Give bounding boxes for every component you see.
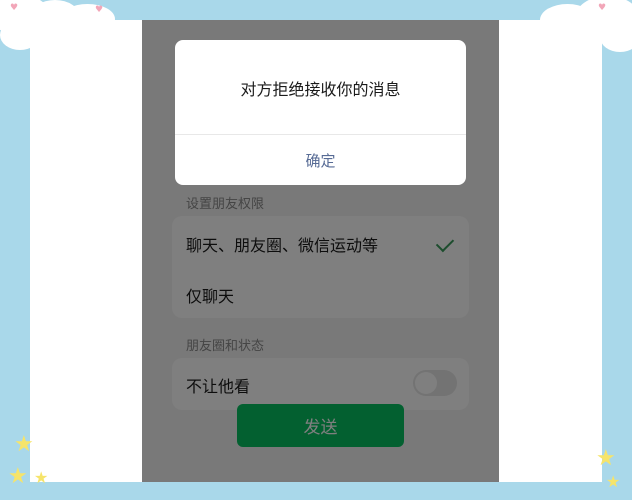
star-icon: ★: [34, 468, 49, 487]
cloud-top-left-4: [0, 20, 40, 50]
phone-screen: 设置朋友权限 聊天、朋友圈、微信运动等 仅聊天 朋友圈和状态 不让他看 发送 对…: [142, 20, 499, 482]
dialog-confirm-button[interactable]: 确定: [175, 135, 466, 185]
alert-dialog: 对方拒绝接收你的消息 确定: [175, 40, 466, 185]
star-icon: ★: [8, 464, 28, 489]
heart-icon: ♥: [95, 5, 104, 15]
star-icon: ★: [606, 472, 621, 491]
star-icon: ★: [14, 432, 34, 457]
cloud-top-left-3: [60, 4, 115, 34]
heart-icon: ♥: [10, 3, 19, 13]
heart-icon: ♥: [598, 3, 607, 13]
star-icon: ★: [596, 446, 616, 471]
cloud-top-right-3: [600, 22, 632, 52]
dialog-message: 对方拒绝接收你的消息: [240, 80, 401, 99]
